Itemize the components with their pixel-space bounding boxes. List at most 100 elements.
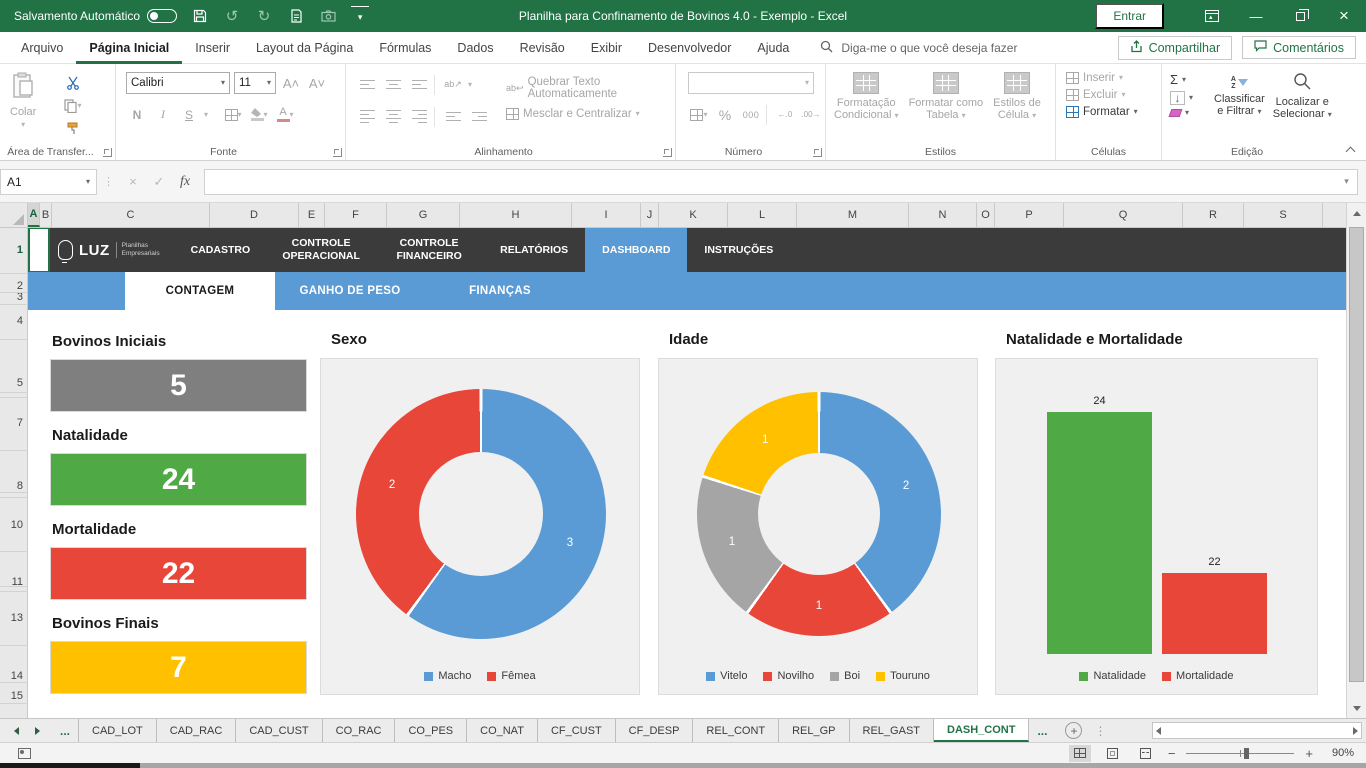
decrease-decimal-icon[interactable]: .00→ xyxy=(800,104,822,125)
alignment-dialog-launcher-icon[interactable] xyxy=(663,148,672,157)
ribbon-tab-revis-o[interactable]: Revisão xyxy=(507,32,578,64)
macro-record-icon[interactable] xyxy=(18,748,31,759)
nav-item-cadastro[interactable]: CADASTRO xyxy=(174,228,268,272)
italic-icon[interactable]: I xyxy=(152,104,174,125)
column-header-m[interactable]: M xyxy=(797,203,909,227)
ribbon-tab-desenvolvedor[interactable]: Desenvolvedor xyxy=(635,32,744,64)
undo-icon[interactable]: ↺ xyxy=(223,6,241,26)
zoom-slider-thumb[interactable] xyxy=(1244,748,1249,759)
row-header-15[interactable]: 15 xyxy=(11,690,23,702)
formula-input[interactable] xyxy=(204,169,1336,195)
camera-icon[interactable] xyxy=(319,6,337,26)
nav-item-controle-operacional[interactable]: CONTROLE OPERACIONAL xyxy=(267,228,375,272)
enter-icon[interactable]: ✓ xyxy=(146,169,172,195)
sheet-tab-cf-desp[interactable]: CF_DESP xyxy=(616,719,694,742)
increase-font-icon[interactable]: A˄ xyxy=(280,73,302,94)
column-header-o[interactable]: O xyxy=(977,203,995,227)
zoom-slider[interactable] xyxy=(1186,753,1294,754)
chart-card-idade[interactable]: 2111ViteloNovilhoBoiTouruno xyxy=(658,358,978,695)
wrap-text-button[interactable]: ab↩ Quebrar Texto Automaticamente xyxy=(506,76,675,100)
bold-icon[interactable]: N xyxy=(126,104,148,125)
vscroll-thumb[interactable] xyxy=(1349,227,1364,682)
sheet-tab-co-nat[interactable]: CO_NAT xyxy=(467,719,538,742)
column-header-d[interactable]: D xyxy=(210,203,299,227)
sheet-overflow-left[interactable]: ... xyxy=(52,719,78,742)
decrease-indent-icon[interactable] xyxy=(442,106,464,127)
align-top-icon[interactable] xyxy=(356,74,378,95)
subtab-contagem[interactable]: CONTAGEM xyxy=(125,272,275,310)
chart-card-natalidade-e-mortalidade[interactable]: 2422NatalidadeMortalidade xyxy=(995,358,1318,695)
nav-item-relat-rios[interactable]: RELATÓRIOS xyxy=(483,228,585,272)
nav-item-controle-financeiro[interactable]: CONTROLE FINANCEIRO xyxy=(375,228,483,272)
row-header-14[interactable]: 14 xyxy=(11,670,23,682)
increase-indent-icon[interactable] xyxy=(468,106,490,127)
kpi-box-mortalidade[interactable]: 22 xyxy=(50,547,307,600)
tab-splitter[interactable]: ⋮ xyxy=(1082,719,1106,742)
number-format-combo[interactable]: ▾ xyxy=(688,72,814,94)
increase-decimal-icon[interactable]: ←.0 xyxy=(774,104,796,125)
column-header-e[interactable]: E xyxy=(299,203,325,227)
ribbon-tab-exibir[interactable]: Exibir xyxy=(578,32,635,64)
clear-button[interactable]: ▾ xyxy=(1170,109,1193,117)
conditional-formatting-button[interactable]: FormataçãoCondicional ▾ xyxy=(834,72,899,121)
sheet-tab-rel-cont[interactable]: REL_CONT xyxy=(693,719,779,742)
column-header-c[interactable]: C xyxy=(52,203,210,227)
close-button[interactable]: × xyxy=(1322,0,1366,32)
expand-formula-bar-icon[interactable]: ▾ xyxy=(1336,169,1358,195)
ribbon-tab-dados[interactable]: Dados xyxy=(444,32,506,64)
vertical-scrollbar[interactable] xyxy=(1346,203,1366,718)
font-color-icon[interactable]: A▾ xyxy=(274,104,296,125)
autosave-toggle-icon[interactable] xyxy=(147,9,177,23)
subtab-ganho-de-peso[interactable]: GANHO DE PESO xyxy=(275,272,425,310)
ribbon-tab-layout-da-p-gina[interactable]: Layout da Página xyxy=(243,32,366,64)
ribbon-display-options-icon[interactable] xyxy=(1190,0,1234,32)
row-header-1[interactable]: 1 xyxy=(17,244,23,256)
underline-icon[interactable]: S xyxy=(178,104,200,125)
kpi-box-bovinos-iniciais[interactable]: 5 xyxy=(50,359,307,412)
sheet-tab-co-pes[interactable]: CO_PES xyxy=(395,719,467,742)
borders-icon[interactable]: ▾ xyxy=(222,104,244,125)
column-header-h[interactable]: H xyxy=(460,203,572,227)
row-header-4[interactable]: 4 xyxy=(17,315,23,327)
cell-styles-button[interactable]: Estilos deCélula ▾ xyxy=(993,72,1041,121)
hscroll-left-icon[interactable] xyxy=(1156,727,1161,735)
align-right-icon[interactable] xyxy=(408,106,430,127)
ribbon-tab-inserir[interactable]: Inserir xyxy=(182,32,243,64)
sheet-tab-rel-gp[interactable]: REL_GP xyxy=(779,719,849,742)
page-break-view-icon[interactable] xyxy=(1135,745,1157,762)
select-all-corner[interactable] xyxy=(0,203,28,228)
nav-item-dashboard[interactable]: DASHBOARD xyxy=(585,228,687,272)
sheet-tab-cad-lot[interactable]: CAD_LOT xyxy=(78,719,157,742)
decrease-font-icon[interactable]: A˅ xyxy=(306,73,328,94)
clipboard-dialog-launcher-icon[interactable] xyxy=(103,148,112,157)
sheet-overflow-right[interactable]: ... xyxy=(1029,719,1055,742)
column-header-k[interactable]: K xyxy=(659,203,728,227)
align-center-icon[interactable] xyxy=(382,106,404,127)
align-left-icon[interactable] xyxy=(356,106,378,127)
scroll-up-icon[interactable] xyxy=(1347,203,1366,223)
ribbon-tab-p-gina-inicial[interactable]: Página Inicial xyxy=(76,32,182,64)
sign-in-button[interactable]: Entrar xyxy=(1095,3,1164,29)
fill-button[interactable]: ↓▾ xyxy=(1170,91,1193,105)
font-dialog-launcher-icon[interactable] xyxy=(333,148,342,157)
column-header-b[interactable]: B xyxy=(40,203,52,227)
font-size-combo[interactable]: 11▾ xyxy=(234,72,276,94)
orientation-icon[interactable]: ab↗ xyxy=(442,74,464,95)
row-header-8[interactable]: 8 xyxy=(17,480,23,492)
font-name-combo[interactable]: Calibri▾ xyxy=(126,72,230,94)
fill-color-icon[interactable]: ▾ xyxy=(248,104,270,125)
redo-icon[interactable]: ↻ xyxy=(255,6,273,26)
tell-me-search[interactable]: Diga-me o que você deseja fazer xyxy=(820,40,1017,56)
sheet-tab-cad-cust[interactable]: CAD_CUST xyxy=(236,719,322,742)
sheet-scroll-left-icon[interactable] xyxy=(14,727,19,735)
column-header-q[interactable]: Q xyxy=(1064,203,1183,227)
copy-icon[interactable]: ▾ xyxy=(62,95,84,116)
column-header-s[interactable]: S xyxy=(1244,203,1323,227)
comma-style-icon[interactable]: 000 xyxy=(740,104,762,125)
save-icon[interactable] xyxy=(191,6,209,26)
align-bottom-icon[interactable] xyxy=(408,74,430,95)
nav-item-instru-es[interactable]: INSTRUÇÕES xyxy=(687,228,790,272)
accounting-format-icon[interactable]: ▾ xyxy=(688,104,710,125)
active-cell-a1[interactable] xyxy=(28,228,50,273)
cancel-icon[interactable]: × xyxy=(120,169,146,195)
